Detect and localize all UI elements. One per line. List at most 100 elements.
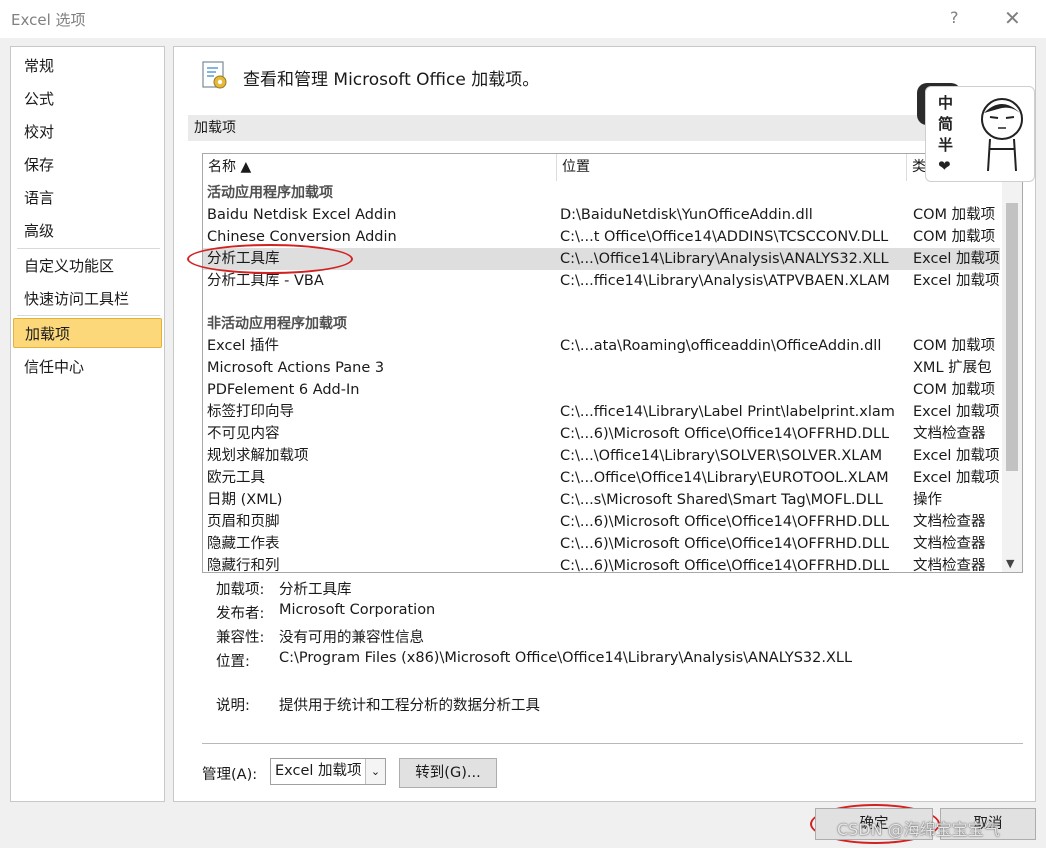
column-header-location[interactable]: 位置 — [557, 154, 907, 181]
table-row[interactable]: 规划求解加载项 C:\...\Office14\Library\SOLVER\S… — [203, 445, 1000, 467]
chevron-down-icon[interactable]: ⌄ — [365, 759, 385, 784]
addin-name: 页眉和页脚 — [207, 514, 280, 530]
ime-sticker: 中 简 半 ❤ — [925, 86, 1035, 182]
manage-selected-value: Excel 加载项 — [275, 763, 362, 779]
addin-type: Excel 加载项 — [913, 404, 1000, 420]
addin-name: 规划求解加载项 — [207, 448, 309, 464]
nav-item-quick-access-toolbar[interactable]: 快速访问工具栏 — [13, 284, 162, 314]
addin-type: Excel 加载项 — [913, 470, 1000, 486]
help-button[interactable]: ? — [950, 8, 959, 27]
addin-name: 隐藏工作表 — [207, 536, 280, 552]
addin-location: D:\BaiduNetdisk\YunOfficeAddin.dll — [560, 207, 813, 223]
table-row[interactable]: Chinese Conversion Addin C:\...t Office\… — [203, 226, 1000, 248]
manage-label: 管理(A): — [202, 767, 258, 783]
addin-name: 隐藏行和列 — [207, 558, 280, 573]
table-row[interactable]: 不可见内容 C:\...6)\Microsoft Office\Office14… — [203, 423, 1000, 445]
title-bar: Excel 选项 ? ✕ — [0, 0, 1046, 38]
addin-name: Excel 插件 — [207, 338, 280, 354]
nav-item-general[interactable]: 常规 — [13, 51, 162, 81]
addin-location: C:\...t Office\Office14\ADDINS\TCSCCONV.… — [560, 229, 889, 245]
scroll-down-icon[interactable]: ▼ — [1006, 557, 1014, 570]
detail-value: 分析工具库 — [279, 582, 352, 598]
manage-dropdown[interactable]: Excel 加载项 ⌄ — [270, 758, 386, 785]
page-title: 查看和管理 Microsoft Office 加载项。 — [243, 70, 540, 90]
table-row[interactable]: 日期 (XML) C:\...s\Microsoft Shared\Smart … — [203, 489, 1000, 511]
addin-name: 日期 (XML) — [207, 492, 283, 508]
addin-type: 操作 — [913, 492, 942, 508]
addin-location: C:\...\Office14\Library\SOLVER\SOLVER.XL… — [560, 448, 883, 464]
addin-name: 欧元工具 — [207, 470, 265, 486]
sticker-char: 半 — [938, 136, 954, 154]
table-row[interactable]: PDFelement 6 Add-In COM 加载项 — [203, 379, 1000, 401]
addin-type: XML 扩展包 — [913, 360, 992, 376]
table-row[interactable]: 欧元工具 C:\...Office\Office14\Library\EUROT… — [203, 467, 1000, 489]
group-title: 非活动应用程序加载项 — [207, 316, 347, 332]
addin-name: PDFelement 6 Add-In — [207, 382, 360, 398]
section-heading: 加载项 — [188, 115, 1022, 141]
addin-location: C:\...s\Microsoft Shared\Smart Tag\MOFL.… — [560, 492, 883, 508]
close-button[interactable]: ✕ — [1004, 6, 1021, 30]
addin-location: C:\...6)\Microsoft Office\Office14\OFFRH… — [560, 514, 890, 530]
annotation-ellipse — [187, 244, 353, 274]
table-row[interactable]: 分析工具库 - VBA C:\...ffice14\Library\Analys… — [203, 270, 1000, 292]
detail-label: 发布者: — [216, 606, 265, 622]
nav-item-trust-center[interactable]: 信任中心 — [13, 352, 162, 382]
table-row[interactable]: 页眉和页脚 C:\...6)\Microsoft Office\Office14… — [203, 511, 1000, 533]
nav-item-addins[interactable]: 加载项 — [13, 318, 162, 348]
go-button[interactable]: 转到(G)... — [399, 758, 497, 788]
table-row[interactable]: Excel 插件 C:\...ata\Roaming\officeaddin\O… — [203, 335, 1000, 357]
nav-item-save[interactable]: 保存 — [13, 150, 162, 180]
addin-type: COM 加载项 — [913, 207, 996, 223]
detail-label: 位置: — [216, 654, 250, 670]
addin-name: Microsoft Actions Pane 3 — [207, 360, 385, 376]
addin-location: C:\...\Office14\Library\Analysis\ANALYS3… — [560, 251, 889, 267]
addins-gear-icon — [202, 61, 227, 89]
table-row[interactable]: Microsoft Actions Pane 3 XML 扩展包 — [203, 357, 1000, 379]
nav-item-advanced[interactable]: 高级 — [13, 216, 162, 246]
detail-label: 兼容性: — [216, 630, 265, 646]
window-title: Excel 选项 — [11, 11, 86, 29]
nav-item-customize-ribbon[interactable]: 自定义功能区 — [13, 251, 162, 281]
table-row[interactable]: Baidu Netdisk Excel Addin D:\BaiduNetdis… — [203, 204, 1000, 226]
addin-location: C:\...ata\Roaming\officeaddin\OfficeAddi… — [560, 338, 882, 354]
addins-list: 名称 ▲ 位置 类 活动应用程序加载项 Baidu Netdisk Excel … — [202, 153, 1023, 573]
addin-type: Excel 加载项 — [913, 273, 1000, 289]
addin-type: 文档检查器 — [913, 514, 986, 530]
addin-type: Excel 加载项 — [913, 251, 1000, 267]
group-title: 活动应用程序加载项 — [207, 185, 333, 201]
addin-type: 文档检查器 — [913, 558, 986, 573]
detail-value: 没有可用的兼容性信息 — [279, 630, 424, 646]
watermark: CSDN @海绵宝宝宝气 — [837, 820, 1000, 839]
scrollbar-thumb[interactable] — [1006, 203, 1018, 471]
addin-location: C:\...Office\Office14\Library\EUROTOOL.X… — [560, 470, 889, 486]
table-row[interactable]: 标签打印向导 C:\...ffice14\Library\Label Print… — [203, 401, 1000, 423]
addins-panel: 查看和管理 Microsoft Office 加载项。 加载项 名称 ▲ 位置 … — [173, 46, 1036, 802]
detail-label: 说明: — [216, 698, 250, 714]
detail-value: 提供用于统计和工程分析的数据分析工具 — [279, 698, 540, 714]
heart-icon: ❤ — [938, 157, 951, 175]
nav-divider — [17, 248, 160, 249]
options-nav: 常规 公式 校对 保存 语言 高级 自定义功能区 快速访问工具栏 加载项 信任中… — [10, 46, 165, 802]
addin-type: COM 加载项 — [913, 338, 996, 354]
group-heading-inactive: 非活动应用程序加载项 — [203, 313, 1000, 335]
sticker-char: 中 — [938, 94, 954, 112]
nav-item-proofing[interactable]: 校对 — [13, 117, 162, 147]
addin-type: COM 加载项 — [913, 229, 996, 245]
detail-label: 加载项: — [216, 582, 265, 598]
nav-item-language[interactable]: 语言 — [13, 183, 162, 213]
addin-name: Baidu Netdisk Excel Addin — [207, 207, 397, 223]
list-scrollbar[interactable]: ▼ — [1002, 181, 1022, 572]
table-row[interactable]: 隐藏行和列 C:\...6)\Microsoft Office\Office14… — [203, 555, 1000, 573]
addin-location: C:\...6)\Microsoft Office\Office14\OFFRH… — [560, 536, 890, 552]
addin-location: C:\...ffice14\Library\Analysis\ATPVBAEN.… — [560, 273, 890, 289]
table-row[interactable]: 隐藏工作表 C:\...6)\Microsoft Office\Office14… — [203, 533, 1000, 555]
table-header: 名称 ▲ 位置 类 — [203, 154, 1022, 181]
column-header-name[interactable]: 名称 ▲ — [203, 154, 555, 181]
addin-type: Excel 加载项 — [913, 448, 1000, 464]
cartoon-face-icon — [981, 98, 1023, 172]
addin-location: C:\...ffice14\Library\Label Print\labelp… — [560, 404, 895, 420]
addin-name: 标签打印向导 — [207, 404, 294, 420]
detail-value: C:\Program Files (x86)\Microsoft Office\… — [279, 650, 853, 666]
nav-divider — [17, 315, 160, 316]
nav-item-formulas[interactable]: 公式 — [13, 84, 162, 114]
